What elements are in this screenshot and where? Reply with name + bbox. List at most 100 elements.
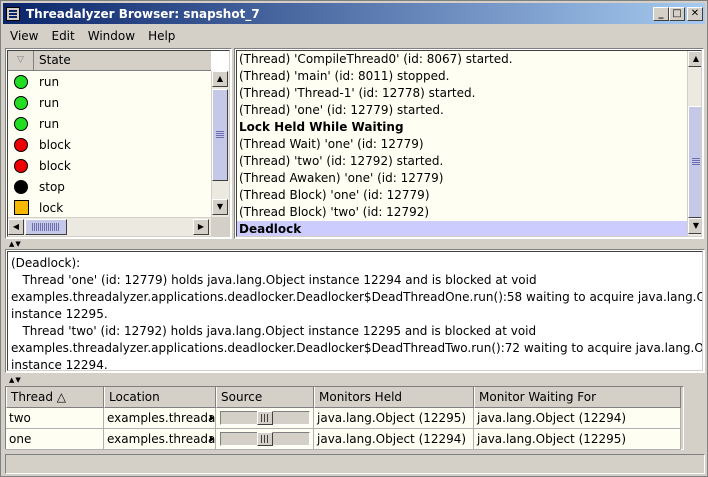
- thread-cell-text: one: [9, 432, 32, 446]
- column-header-location[interactable]: Location: [104, 387, 216, 408]
- scroll-thumb[interactable]: [212, 89, 228, 181]
- events-list: (Thread) 'CompileThread0' (id: 8067) sta…: [237, 51, 687, 236]
- state-panel: ▽ State run run run block block stop lock ▲ ▼ …: [5, 48, 232, 239]
- slider-knob[interactable]: [257, 411, 273, 425]
- source-slider[interactable]: [220, 411, 310, 425]
- details-line: Thread 'one' (id: 12779) holds java.lang…: [11, 273, 537, 287]
- sort-chevron-down-icon[interactable]: ▽: [8, 51, 34, 70]
- scroll-corner: [211, 217, 229, 236]
- table-row[interactable]: one examples.threadaly java.lang.Object (1…: [6, 429, 681, 450]
- events-panel: (Thread) 'CompileThread0' (id: 8067) sta…: [234, 48, 704, 239]
- bottom-splitter[interactable]: ▲▼: [3, 377, 705, 384]
- location-combo[interactable]: examples.threadaly: [104, 408, 216, 429]
- app-window: Threadalyzer Browser: snapshot_7 _ □ ✕ V…: [0, 0, 708, 477]
- scroll-right-icon[interactable]: ▶: [193, 219, 209, 235]
- location-combo-text: examples.threadaly: [107, 432, 216, 446]
- scroll-grip: [216, 131, 224, 139]
- location-combo-text: examples.threadaly: [107, 411, 216, 425]
- splitter-arrows-icon[interactable]: ▲▼: [9, 241, 22, 248]
- source-slider[interactable]: [220, 432, 310, 446]
- green-circle-icon: [14, 116, 28, 131]
- scroll-left-icon[interactable]: ◀: [8, 219, 24, 235]
- state-row[interactable]: run: [8, 92, 211, 113]
- state-icon-cell: [8, 95, 34, 110]
- menu-edit[interactable]: Edit: [44, 29, 80, 43]
- details-panel-inner: (Deadlock): Thread 'one' (id: 12779) hol…: [7, 251, 703, 371]
- state-row[interactable]: run: [8, 71, 211, 92]
- menu-view[interactable]: View: [3, 29, 44, 43]
- title-bar[interactable]: Threadalyzer Browser: snapshot_7 _ □ ✕: [3, 3, 705, 24]
- menu-help[interactable]: Help: [141, 29, 181, 43]
- state-row[interactable]: block: [8, 155, 211, 176]
- state-vertical-scrollbar[interactable]: ▲ ▼: [211, 71, 229, 217]
- event-group-heading[interactable]: Lock Held While Waiting: [237, 119, 687, 136]
- state-row[interactable]: stop: [8, 176, 211, 197]
- events-panel-inner: (Thread) 'CompileThread0' (id: 8067) sta…: [236, 50, 702, 237]
- event-row[interactable]: (Thread) 'main' (id: 8011) stopped.: [237, 68, 687, 85]
- state-label: block: [39, 137, 71, 152]
- thread-cell: two: [6, 408, 104, 429]
- state-row[interactable]: run: [8, 113, 211, 134]
- state-label: block: [39, 158, 71, 173]
- event-row[interactable]: (Thread Wait) 'one' (id: 12779): [237, 136, 687, 153]
- monitors-held-cell-text: java.lang.Object (12295): [317, 411, 467, 425]
- horizontal-scroll-thumb[interactable]: [25, 219, 67, 235]
- state-icon-cell: [8, 158, 34, 173]
- splitter-arrows-icon[interactable]: ▲▼: [9, 377, 22, 384]
- scroll-grip: [692, 158, 700, 166]
- green-circle-icon: [14, 74, 28, 89]
- state-column-header[interactable]: State: [34, 51, 71, 70]
- column-header-monitors-held[interactable]: Monitors Held: [314, 387, 474, 408]
- event-row[interactable]: (Thread Block) 'one' (id: 12779): [237, 187, 687, 204]
- source-cell: [216, 408, 314, 429]
- monitor-waiting-cell-text: java.lang.Object (12294): [477, 411, 627, 425]
- red-circle-icon: [14, 137, 28, 152]
- monitors-held-cell: java.lang.Object (12294): [314, 429, 474, 450]
- state-table-header: ▽ State: [8, 51, 211, 71]
- thread-cell-text: two: [9, 411, 31, 425]
- event-group-heading[interactable]: Deadlock: [237, 221, 687, 236]
- state-icon-cell: [8, 200, 34, 215]
- monitor-waiting-cell: java.lang.Object (12294): [474, 408, 681, 429]
- combo-arrow-icon[interactable]: [210, 415, 214, 421]
- details-line: (Deadlock):: [11, 256, 81, 270]
- column-header-source[interactable]: Source: [216, 387, 314, 408]
- monitor-waiting-cell-text: java.lang.Object (12295): [477, 432, 627, 446]
- events-vertical-scrollbar[interactable]: ▲ ▼: [687, 51, 701, 236]
- event-row[interactable]: (Thread) 'Thread-1' (id: 12778) started.: [237, 85, 687, 102]
- event-row[interactable]: (Thread) 'one' (id: 12779) started.: [237, 102, 687, 119]
- event-row[interactable]: (Thread) 'CompileThread0' (id: 8067) sta…: [237, 51, 687, 68]
- state-icon-cell: [8, 116, 34, 131]
- maximize-icon[interactable]: □: [669, 6, 685, 21]
- scroll-up-icon[interactable]: ▲: [212, 71, 228, 87]
- scroll-down-icon[interactable]: ▼: [212, 199, 228, 215]
- event-row[interactable]: (Thread) 'two' (id: 12792) started.: [237, 153, 687, 170]
- state-row[interactable]: block: [8, 134, 211, 155]
- state-row[interactable]: lock: [8, 197, 211, 218]
- details-line: Thread 'two' (id: 12792) holds java.lang…: [11, 324, 537, 338]
- scroll-up-icon[interactable]: ▲: [688, 51, 701, 67]
- scroll-thumb[interactable]: [688, 106, 701, 218]
- column-header-thread[interactable]: Thread △: [6, 387, 104, 408]
- column-header-monitor-waiting-for[interactable]: Monitor Waiting For: [474, 387, 681, 408]
- details-line: examples.threadalyzer.applications.deadl…: [11, 290, 703, 304]
- slider-knob[interactable]: [257, 432, 273, 446]
- location-combo[interactable]: examples.threadaly: [104, 429, 216, 450]
- scroll-down-icon[interactable]: ▼: [688, 218, 701, 234]
- scroll-grip: [32, 223, 60, 231]
- event-row[interactable]: (Thread Block) 'two' (id: 12792): [237, 204, 687, 221]
- event-row[interactable]: (Thread Awaken) 'one' (id: 12779): [237, 170, 687, 187]
- top-splitter[interactable]: ▲▼: [3, 241, 705, 248]
- state-icon-cell: [8, 74, 34, 89]
- menu-bar: View Edit Window Help: [3, 26, 705, 45]
- table-row[interactable]: two examples.threadaly java.lang.Object (1…: [6, 408, 681, 429]
- state-horizontal-scrollbar[interactable]: ◀ ▶: [8, 217, 211, 236]
- minimize-icon[interactable]: _: [653, 6, 669, 21]
- menu-window[interactable]: Window: [81, 29, 141, 43]
- state-label: run: [39, 95, 60, 110]
- combo-arrow-icon[interactable]: [210, 436, 214, 442]
- close-icon[interactable]: ✕: [687, 6, 703, 21]
- state-label: run: [39, 74, 60, 89]
- threads-table-body: two examples.threadaly java.lang.Object (1…: [6, 408, 681, 450]
- deadlock-details: (Deadlock): Thread 'one' (id: 12779) hol…: [11, 255, 703, 370]
